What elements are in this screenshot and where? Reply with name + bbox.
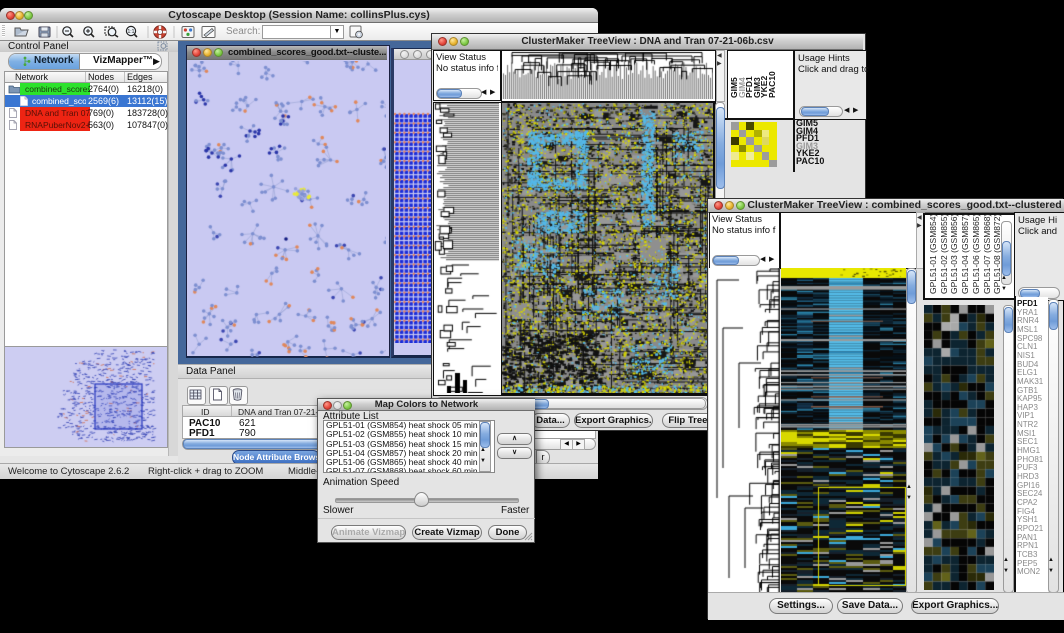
svg-text:1:1: 1:1: [128, 29, 135, 35]
